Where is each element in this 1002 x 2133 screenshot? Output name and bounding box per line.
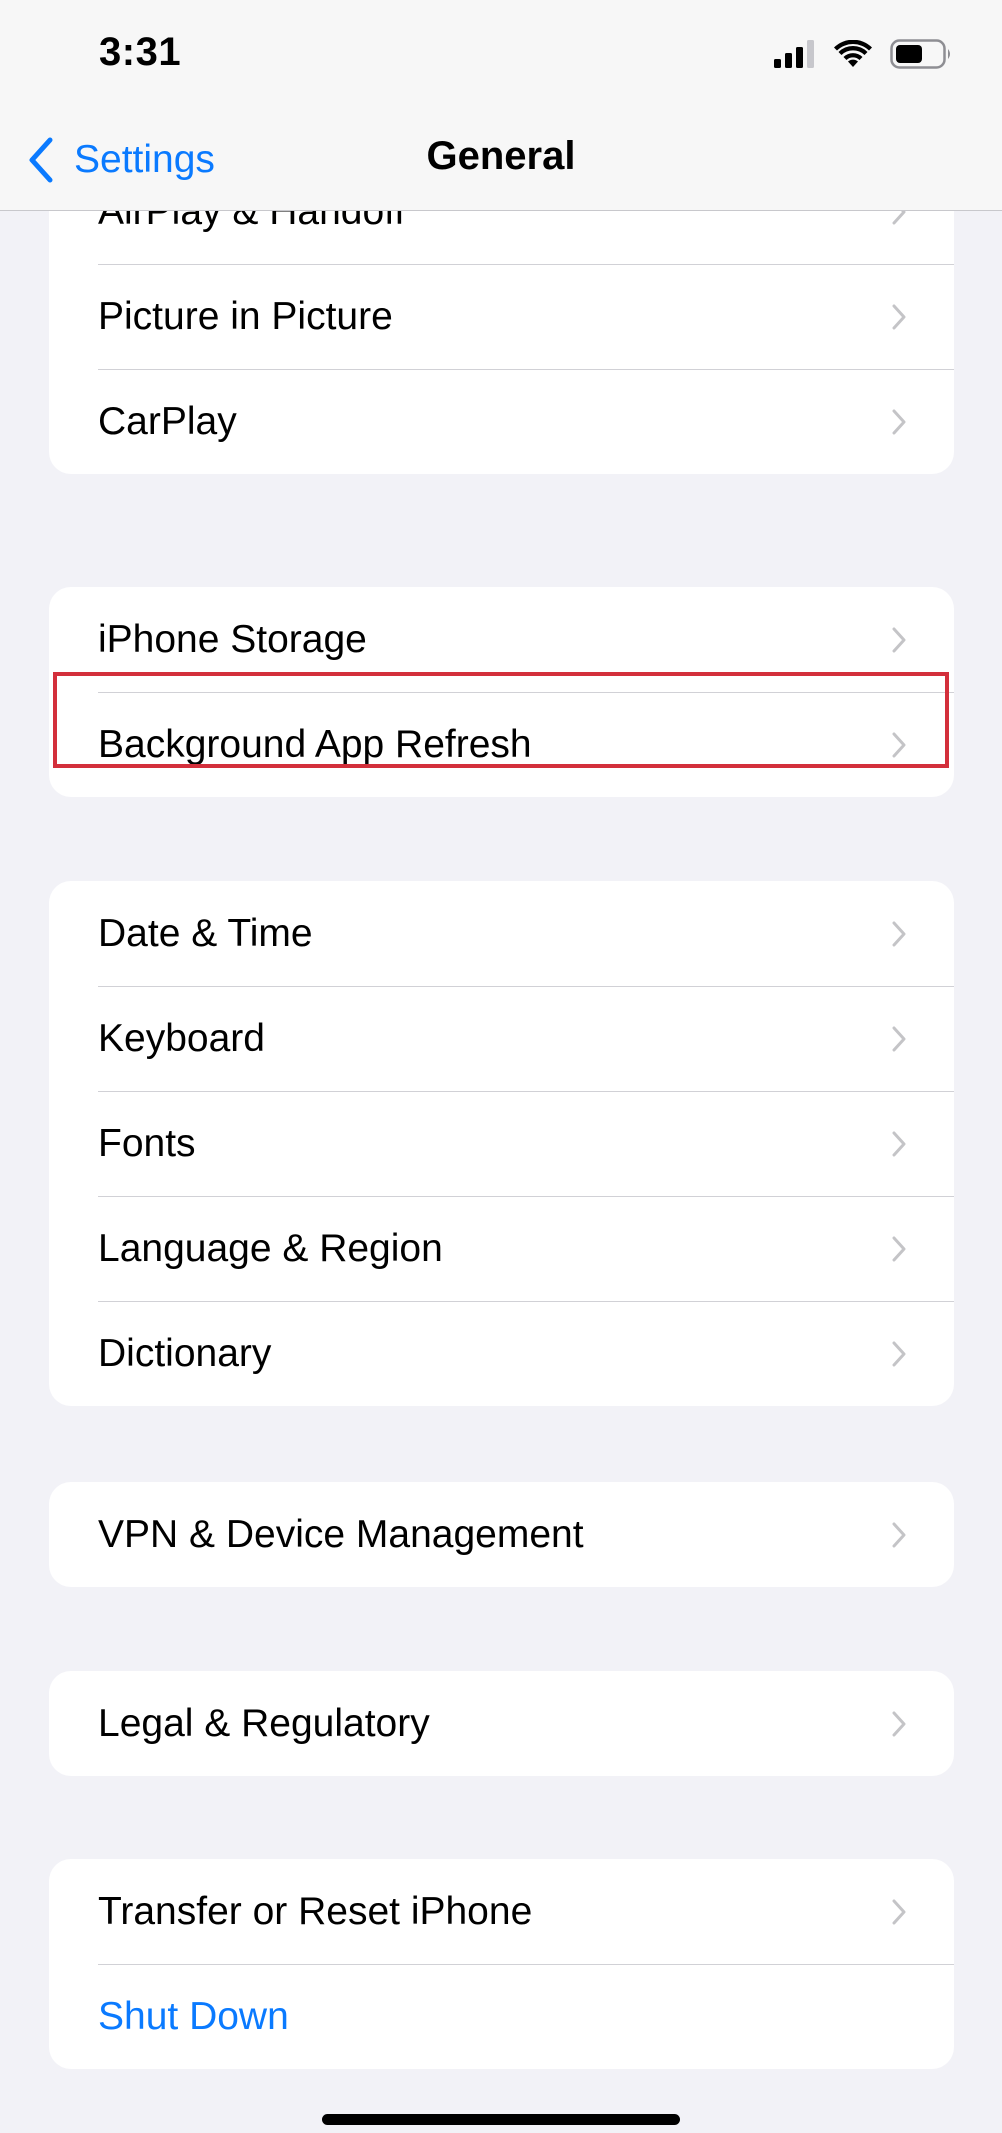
row-airplay-handoff[interactable]: AirPlay & Handoff (49, 211, 954, 264)
row-dictionary[interactable]: Dictionary (49, 1301, 954, 1406)
row-fonts[interactable]: Fonts (49, 1091, 954, 1196)
status-bar: 3:31 (0, 0, 1002, 110)
settings-group-reset: Transfer or Reset iPhone Shut Down (49, 1859, 954, 2069)
chevron-right-icon (892, 409, 906, 434)
row-label: Background App Refresh (98, 722, 532, 766)
battery-icon (890, 39, 950, 69)
row-label: Legal & Regulatory (98, 1701, 430, 1745)
row-label: Date & Time (98, 911, 313, 955)
chevron-right-icon (892, 921, 906, 946)
navigation-bar: Settings General (0, 110, 1002, 211)
chevron-right-icon (892, 1899, 906, 1924)
chevron-right-icon (892, 211, 906, 224)
shut-down-label: Shut Down (98, 1994, 289, 2038)
row-label: Language & Region (98, 1226, 443, 1270)
chevron-right-icon (892, 1711, 906, 1736)
settings-group-vpn: VPN & Device Management (49, 1482, 954, 1587)
row-transfer-reset-iphone[interactable]: Transfer or Reset iPhone (49, 1859, 954, 1964)
row-language-region[interactable]: Language & Region (49, 1196, 954, 1301)
row-background-app-refresh[interactable]: Background App Refresh (49, 692, 954, 797)
chevron-right-icon (892, 627, 906, 652)
row-label: CarPlay (98, 399, 237, 443)
row-legal-regulatory[interactable]: Legal & Regulatory (49, 1671, 954, 1776)
chevron-right-icon (892, 1236, 906, 1261)
settings-group-connectivity: AirPlay & Handoff Picture in Picture Car… (49, 211, 954, 474)
chevron-right-icon (892, 1522, 906, 1547)
status-icons (774, 36, 952, 72)
row-vpn-device-management[interactable]: VPN & Device Management (49, 1482, 954, 1587)
row-label: Transfer or Reset iPhone (98, 1889, 533, 1933)
row-label: VPN & Device Management (98, 1512, 584, 1556)
row-carplay[interactable]: CarPlay (49, 369, 954, 474)
wifi-icon (834, 40, 872, 67)
row-keyboard[interactable]: Keyboard (49, 986, 954, 1091)
settings-list[interactable]: AirPlay & Handoff Picture in Picture Car… (0, 211, 1002, 2133)
row-iphone-storage[interactable]: iPhone Storage (49, 587, 954, 692)
row-label: Dictionary (98, 1331, 272, 1375)
settings-group-legal: Legal & Regulatory (49, 1671, 954, 1776)
settings-group-locale: Date & Time Keyboard Fonts Language & Re… (49, 881, 954, 1406)
row-label: AirPlay & Handoff (98, 211, 406, 233)
chevron-right-icon (892, 732, 906, 757)
status-time: 3:31 (99, 30, 182, 74)
row-label: iPhone Storage (98, 617, 367, 661)
shut-down-button[interactable]: Shut Down (49, 1964, 954, 2069)
chevron-right-icon (892, 304, 906, 329)
chevron-right-icon (892, 1131, 906, 1156)
chevron-right-icon (892, 1026, 906, 1051)
settings-group-storage: iPhone Storage Background App Refresh (49, 587, 954, 797)
chevron-right-icon (892, 1341, 906, 1366)
cellular-signal-icon (774, 40, 814, 68)
row-label: Picture in Picture (98, 294, 393, 338)
row-label: Fonts (98, 1121, 196, 1165)
page-title: General (426, 134, 576, 178)
home-indicator (322, 2114, 680, 2125)
row-picture-in-picture[interactable]: Picture in Picture (49, 264, 954, 369)
row-date-time[interactable]: Date & Time (49, 881, 954, 986)
row-label: Keyboard (98, 1016, 265, 1060)
